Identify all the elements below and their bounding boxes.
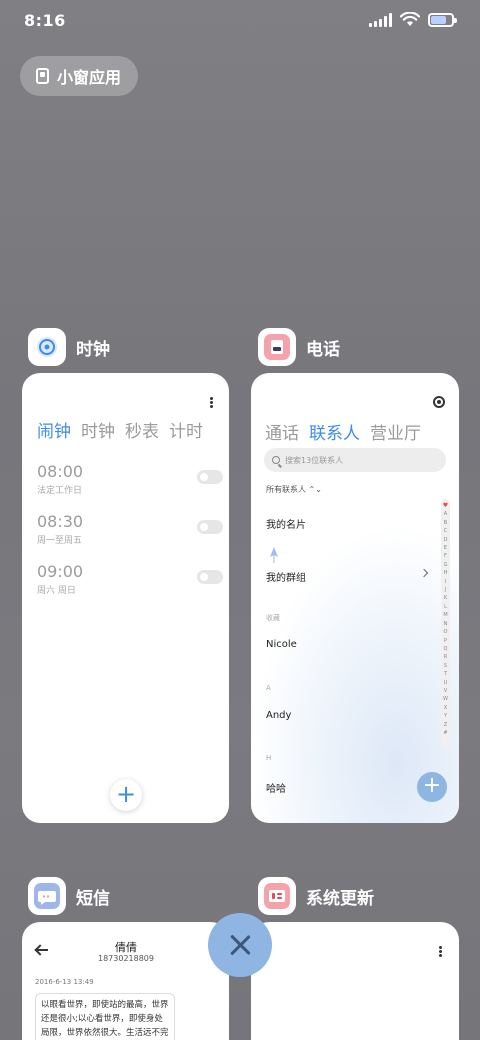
section-header: A bbox=[266, 684, 271, 692]
status-time: 8:16 bbox=[24, 11, 66, 30]
phone-app-icon bbox=[258, 328, 296, 366]
alphabet-index-bar[interactable]: ♥ A B C D E F G H I J K L M N O P Q R S T U V W X Y Z # bbox=[441, 499, 450, 749]
index-letter[interactable]: I bbox=[445, 578, 446, 586]
alarm-repeat: 周六 周日 bbox=[37, 586, 76, 596]
index-letter[interactable]: M bbox=[443, 611, 447, 619]
conversation-contact-name: 倩倩 bbox=[115, 941, 137, 954]
status-icons bbox=[369, 12, 457, 27]
contact-item[interactable]: 哈哈 bbox=[266, 780, 286, 795]
phone-app-name: 电话 bbox=[306, 339, 340, 360]
phone-tabs: 通话 联系人 营业厅 bbox=[265, 419, 421, 444]
tab-clock[interactable]: 时钟 bbox=[81, 417, 115, 442]
app-header-system-update[interactable]: 系统更新 bbox=[258, 877, 374, 915]
alarm-item[interactable]: 08:30 周一至周五 bbox=[37, 512, 223, 546]
small-window-icon bbox=[36, 68, 49, 84]
add-alarm-button[interactable]: + bbox=[110, 779, 142, 811]
clock-app-card[interactable]: 闹钟 时钟 秒表 计时 08:00 法定工作日 08:30 周一至周五 09:0… bbox=[22, 373, 229, 823]
contact-search-input[interactable]: 搜索13位联系人 bbox=[264, 448, 446, 472]
message-timestamp: 2016-6-13 13:49 bbox=[35, 978, 94, 986]
contact-item[interactable]: Nicole bbox=[266, 639, 297, 650]
index-letter[interactable]: P bbox=[444, 637, 447, 645]
clock-app-icon bbox=[28, 328, 66, 366]
system-update-app-name: 系统更新 bbox=[306, 888, 374, 909]
index-letter[interactable]: J bbox=[445, 586, 446, 594]
clear-all-button[interactable] bbox=[208, 913, 272, 977]
index-letter[interactable]: K bbox=[444, 594, 447, 602]
contacts-filter-dropdown[interactable]: 所有联系人 ⌃⌄ bbox=[266, 484, 322, 495]
section-header: H bbox=[266, 754, 272, 762]
app-header-messages[interactable]: 短信 bbox=[28, 877, 110, 915]
pin-decoration-icon bbox=[270, 547, 278, 563]
index-letter[interactable]: N bbox=[444, 620, 448, 628]
conversation-contact-number: 18730218809 bbox=[98, 954, 154, 963]
index-letter[interactable]: X bbox=[444, 704, 447, 712]
contact-item[interactable]: Andy bbox=[266, 710, 291, 721]
alarm-toggle[interactable] bbox=[197, 470, 223, 484]
tab-timer[interactable]: 计时 bbox=[169, 417, 203, 442]
index-letter[interactable]: W bbox=[443, 695, 448, 703]
alarm-time: 08:30 bbox=[37, 512, 84, 531]
app-header-phone[interactable]: 电话 bbox=[258, 328, 340, 366]
clock-app-name: 时钟 bbox=[76, 339, 110, 360]
my-card-item[interactable]: 我的名片 bbox=[266, 516, 306, 531]
alarm-time: 09:00 bbox=[37, 562, 84, 581]
index-letter[interactable]: A bbox=[444, 510, 447, 518]
system-update-app-card[interactable] bbox=[251, 922, 459, 1040]
system-update-app-icon bbox=[258, 877, 296, 915]
index-letter[interactable]: Q bbox=[444, 645, 448, 653]
index-letter[interactable]: ♥ bbox=[443, 502, 448, 510]
index-letter[interactable]: # bbox=[443, 729, 447, 737]
tab-stopwatch[interactable]: 秒表 bbox=[125, 417, 159, 442]
small-window-apps-button[interactable]: 小窗应用 bbox=[20, 56, 138, 96]
search-placeholder: 搜索13位联系人 bbox=[285, 455, 344, 465]
more-menu-icon[interactable] bbox=[210, 397, 213, 408]
signal-icon bbox=[369, 12, 392, 27]
index-letter[interactable]: H bbox=[444, 569, 448, 577]
index-letter[interactable]: D bbox=[444, 536, 448, 544]
index-letter[interactable]: Y bbox=[444, 712, 447, 720]
index-letter[interactable]: R bbox=[444, 653, 447, 661]
index-letter[interactable]: V bbox=[444, 687, 447, 695]
index-letter[interactable]: T bbox=[444, 670, 447, 678]
alarm-item[interactable]: 09:00 周六 周日 bbox=[37, 562, 223, 596]
small-window-label: 小窗应用 bbox=[57, 68, 122, 87]
alarm-toggle[interactable] bbox=[197, 520, 223, 534]
index-letter[interactable]: F bbox=[444, 552, 447, 560]
index-letter[interactable]: S bbox=[444, 662, 447, 670]
index-letter[interactable]: G bbox=[444, 561, 448, 569]
alarm-repeat: 法定工作日 bbox=[37, 486, 83, 496]
add-contact-button[interactable]: + bbox=[417, 772, 447, 802]
status-bar: 8:16 bbox=[0, 0, 480, 44]
app-header-clock[interactable]: 时钟 bbox=[28, 328, 110, 366]
tab-service-hall[interactable]: 营业厅 bbox=[370, 419, 421, 444]
messages-app-card[interactable]: 倩倩 18730218809 2016-6-13 13:49 以眼看世界，即使站… bbox=[22, 922, 229, 1040]
index-letter[interactable]: L bbox=[444, 603, 447, 611]
alarm-toggle[interactable] bbox=[197, 570, 223, 584]
messages-app-name: 短信 bbox=[76, 888, 110, 909]
clock-tabs: 闹钟 时钟 秒表 计时 bbox=[37, 417, 203, 442]
more-menu-icon[interactable] bbox=[439, 946, 442, 957]
tab-contacts[interactable]: 联系人 bbox=[309, 419, 360, 444]
index-letter[interactable]: O bbox=[444, 628, 448, 636]
alarm-item[interactable]: 08:00 法定工作日 bbox=[37, 462, 223, 496]
section-header: 收藏 bbox=[266, 614, 280, 622]
index-letter[interactable]: B bbox=[444, 519, 447, 527]
message-bubble[interactable]: 以眼看世界，即使站的最高，世界还是很小;以心看世界，即使身处局限，世界依然很大。… bbox=[35, 993, 175, 1040]
my-groups-item[interactable]: 我的群组 bbox=[266, 569, 306, 584]
index-letter[interactable]: C bbox=[444, 527, 448, 535]
index-letter[interactable]: Z bbox=[444, 721, 447, 729]
alarm-repeat: 周一至周五 bbox=[37, 536, 83, 546]
battery-icon bbox=[428, 12, 457, 27]
wifi-icon bbox=[400, 12, 420, 26]
tab-calls[interactable]: 通话 bbox=[265, 419, 299, 444]
phone-app-card[interactable]: 通话 联系人 营业厅 搜索13位联系人 所有联系人 ⌃⌄ 我的名片 我的群组 收… bbox=[251, 373, 459, 823]
alarm-time: 08:00 bbox=[37, 462, 84, 481]
index-letter[interactable]: E bbox=[444, 544, 447, 552]
settings-gear-icon[interactable] bbox=[433, 396, 445, 408]
index-letter[interactable]: U bbox=[444, 679, 448, 687]
search-icon bbox=[272, 456, 280, 464]
close-icon bbox=[229, 934, 251, 956]
messages-app-icon bbox=[28, 877, 66, 915]
tab-alarm[interactable]: 闹钟 bbox=[37, 417, 71, 442]
